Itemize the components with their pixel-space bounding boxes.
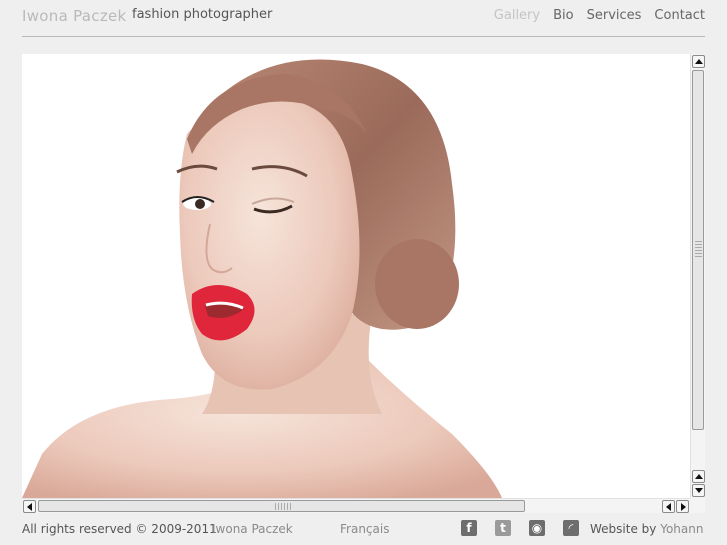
grip-icon: [695, 241, 702, 257]
scroll-left-button[interactable]: [23, 500, 36, 513]
scroll-right-button[interactable]: [676, 500, 689, 513]
scroll-down-button[interactable]: [692, 484, 705, 497]
arrow-down-icon: [695, 488, 703, 493]
main-nav: Gallery Bio Services Contact: [494, 8, 705, 23]
rss-icon[interactable]: ◜: [563, 520, 579, 536]
gallery-viewer: [22, 54, 705, 513]
vertical-scrollbar[interactable]: [690, 54, 705, 498]
horizontal-scroll-thumb[interactable]: [38, 500, 525, 512]
twitter-icon[interactable]: t: [495, 520, 511, 536]
nav-bio[interactable]: Bio: [553, 8, 573, 23]
copyright-text: All rights reserved © 2009-2011: [22, 522, 217, 536]
scroll-up-button-lower[interactable]: [692, 470, 705, 483]
site-title[interactable]: Iwona Paczek: [22, 7, 127, 25]
website-author-link[interactable]: Yohann: [660, 522, 703, 536]
flickr-icon[interactable]: ◉: [529, 520, 545, 536]
social-links: f t ◉ ◜: [461, 520, 579, 536]
gallery-photo[interactable]: [22, 54, 690, 498]
header-divider: [22, 36, 705, 37]
horizontal-scrollbar[interactable]: [22, 498, 690, 513]
scroll-left-button-right[interactable]: [662, 500, 675, 513]
website-label: Website by: [590, 522, 657, 536]
arrow-up-icon: [695, 59, 703, 64]
website-credit: Website by Yohann: [590, 522, 703, 536]
nav-gallery[interactable]: Gallery: [494, 8, 540, 23]
arrow-left-icon: [27, 503, 32, 511]
grip-icon: [275, 503, 293, 510]
scrollbar-corner: [690, 498, 705, 513]
site-footer: All rights reserved © 2009-2011 Iwona Pa…: [22, 520, 705, 542]
arrow-left-icon: [666, 503, 671, 511]
site-tagline: fashion photographer: [132, 7, 273, 22]
owner-link[interactable]: Iwona Paczek: [212, 522, 293, 536]
vertical-scroll-thumb[interactable]: [692, 70, 704, 430]
language-link[interactable]: Français: [340, 522, 389, 536]
scroll-up-button[interactable]: [692, 55, 705, 68]
arrow-up-icon: [695, 474, 703, 479]
site-header: Iwona Paczek fashion photographer Galler…: [22, 0, 705, 36]
arrow-right-icon: [681, 503, 686, 511]
nav-services[interactable]: Services: [587, 8, 642, 23]
portrait-image: [22, 54, 690, 498]
facebook-icon[interactable]: f: [461, 520, 477, 536]
nav-contact[interactable]: Contact: [654, 8, 705, 23]
